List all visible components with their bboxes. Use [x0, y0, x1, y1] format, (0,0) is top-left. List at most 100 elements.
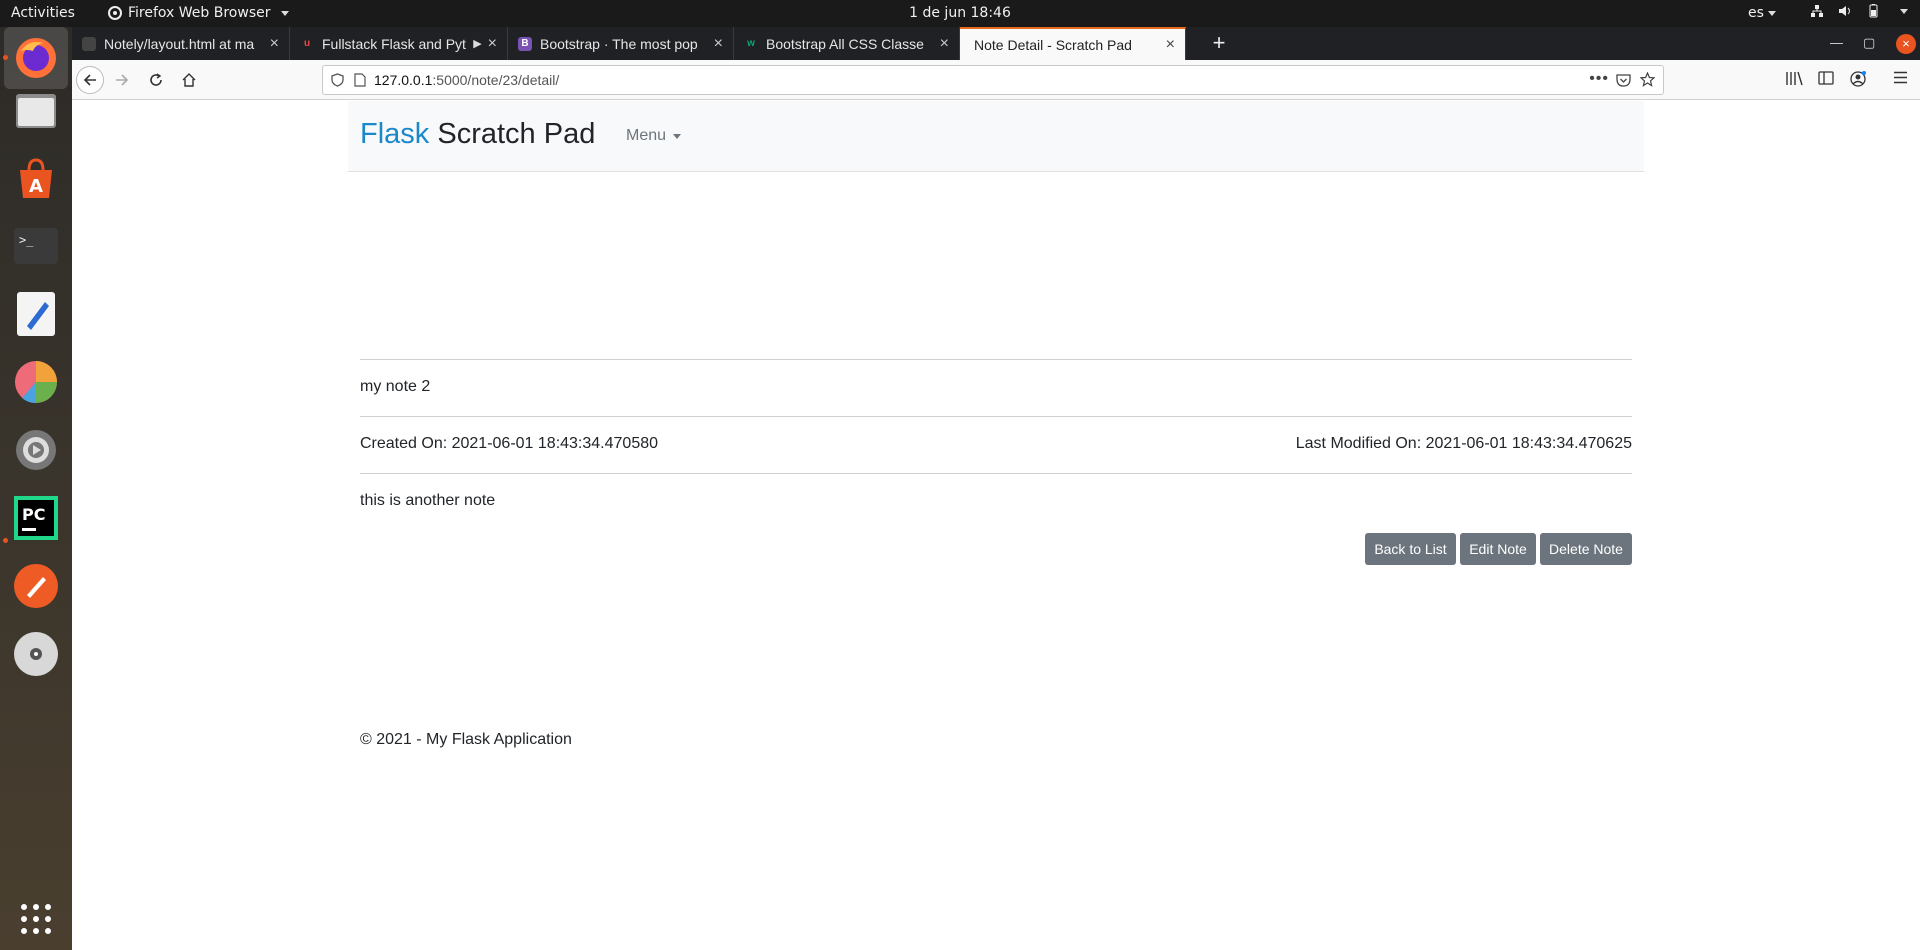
created-on: Created On: 2021-06-01 18:43:34.470580 [360, 435, 659, 452]
system-tray[interactable] [1810, 4, 1908, 18]
url-path: :5000/note/23/detail/ [432, 72, 560, 88]
close-icon[interactable]: × [1166, 36, 1175, 54]
url-bar[interactable]: 127.0.0.1:5000/note/23/detail/ ••• [322, 65, 1664, 95]
firefox-window: Notely/layout.html at ma × u Fullstack F… [72, 27, 1920, 950]
sidebar-icon[interactable] [1818, 71, 1834, 85]
dock-firefox[interactable] [4, 27, 68, 89]
language-label: es [1748, 5, 1764, 21]
svg-text:>_: >_ [19, 233, 34, 247]
pocket-icon[interactable] [1616, 73, 1631, 87]
battery-icon [1869, 4, 1878, 18]
last-modified-on: Last Modified On: 2021-06-01 18:43:34.47… [1295, 435, 1632, 452]
clock[interactable]: 1 de jun 18:46 [0, 5, 1920, 21]
show-applications-button[interactable] [12, 895, 60, 943]
udemy-icon: u [303, 38, 311, 49]
dock-settings[interactable] [12, 426, 60, 474]
w3-icon: w [747, 38, 755, 49]
tab-title: Note Detail - Scratch Pad [974, 36, 1132, 53]
svg-text:A: A [29, 176, 43, 197]
bookmark-star-icon[interactable] [1640, 72, 1655, 87]
window-close-button[interactable]: × [1896, 34, 1916, 54]
navigation-toolbar: 127.0.0.1:5000/note/23/detail/ ••• [72, 60, 1920, 100]
back-to-list-button[interactable]: Back to List [1365, 533, 1456, 565]
home-button[interactable] [175, 66, 203, 94]
dock-terminal[interactable]: >_ [12, 222, 60, 270]
note-body: this is another note [360, 492, 496, 509]
menu-label: Menu [626, 127, 667, 144]
files-icon [16, 94, 56, 128]
dock-disk-usage[interactable] [12, 358, 60, 406]
site-navbar: Flask Scratch Pad Menu [348, 101, 1644, 172]
home-icon [182, 73, 196, 87]
dock-disc[interactable] [12, 630, 60, 678]
tab-notely-layout[interactable]: Notely/layout.html at ma × [72, 27, 290, 60]
reload-icon [150, 73, 162, 86]
disc-icon [14, 632, 58, 676]
tab-bootstrap[interactable]: B Bootstrap · The most pop × [508, 27, 734, 60]
tab-title: Notely/layout.html at ma [104, 35, 255, 52]
site-brand[interactable]: Flask Scratch Pad [360, 118, 595, 151]
tab-title: Fullstack Flask and Pyt [322, 35, 466, 52]
reload-button[interactable] [142, 66, 170, 94]
dock-pycharm[interactable]: PC [12, 494, 60, 542]
grid-icon [21, 904, 51, 934]
hamburger-menu-icon[interactable] [1893, 71, 1908, 84]
chevron-down-icon [673, 133, 682, 139]
new-tab-button[interactable]: + [1205, 29, 1233, 57]
minimize-icon[interactable]: — [1830, 35, 1843, 50]
tab-bootstrap-classes[interactable]: w Bootstrap All CSS Classe × [734, 27, 960, 60]
volume-icon [1839, 6, 1850, 16]
note-title: my note 2 [360, 378, 431, 395]
dock-postman[interactable] [12, 562, 60, 610]
dock-text-editor[interactable] [12, 290, 60, 338]
chevron-down-icon [1900, 8, 1908, 14]
tab-note-detail[interactable]: Note Detail - Scratch Pad × [960, 27, 1186, 60]
firefox-icon [16, 38, 56, 78]
pycharm-icon: PC [14, 496, 58, 540]
terminal-icon: >_ [14, 228, 58, 264]
pie-chart-icon [15, 361, 57, 404]
brand-rest: Scratch Pad [429, 118, 596, 150]
menu-dropdown[interactable]: Menu [626, 127, 682, 145]
tab-fullstack-flask[interactable]: u Fullstack Flask and Pyt ▶ × [290, 27, 508, 60]
divider [360, 416, 1632, 417]
media-playing-icon[interactable]: ▶ [473, 37, 481, 50]
divider [360, 473, 1632, 474]
delete-note-button[interactable]: Delete Note [1540, 533, 1632, 565]
tab-strip: Notely/layout.html at ma × u Fullstack F… [72, 27, 1920, 60]
chevron-down-icon [1767, 10, 1776, 16]
account-icon[interactable] [1850, 71, 1866, 87]
github-icon [82, 36, 96, 51]
edit-note-button[interactable]: Edit Note [1460, 533, 1536, 565]
dock-files[interactable] [12, 86, 60, 134]
postman-icon [14, 564, 58, 608]
text-editor-icon [17, 292, 55, 336]
language-indicator[interactable]: es [1748, 5, 1776, 21]
library-icon[interactable] [1786, 71, 1803, 86]
close-icon[interactable]: × [270, 35, 279, 53]
settings-icon [16, 430, 56, 470]
footer-text: © 2021 - My Flask Application [360, 731, 572, 748]
maximize-icon[interactable]: ▢ [1863, 35, 1875, 51]
brand-accent: Flask [360, 118, 430, 150]
url-host: 127.0.0.1 [374, 72, 433, 88]
running-indicator [3, 55, 8, 60]
tab-title: Bootstrap All CSS Classe [766, 35, 924, 52]
tab-title: Bootstrap · The most pop [540, 35, 698, 52]
bootstrap-icon: B [518, 36, 532, 51]
close-icon[interactable]: × [488, 35, 497, 53]
dock: A >_ PC [0, 27, 72, 950]
page-viewport: Flask Scratch Pad Menu my note 2 Created… [72, 101, 1920, 950]
dock-software[interactable]: A [12, 154, 60, 202]
close-icon[interactable]: × [940, 35, 949, 53]
page-info-icon[interactable] [354, 73, 366, 87]
close-icon[interactable]: × [714, 35, 723, 53]
svg-text:PC: PC [22, 505, 45, 524]
software-center-icon: A [20, 158, 52, 198]
back-button[interactable] [76, 66, 104, 94]
running-indicator [3, 538, 8, 543]
page-actions-icon[interactable]: ••• [1589, 70, 1609, 88]
divider [360, 359, 1632, 360]
forward-button[interactable] [108, 66, 136, 94]
shield-icon[interactable] [331, 73, 344, 87]
